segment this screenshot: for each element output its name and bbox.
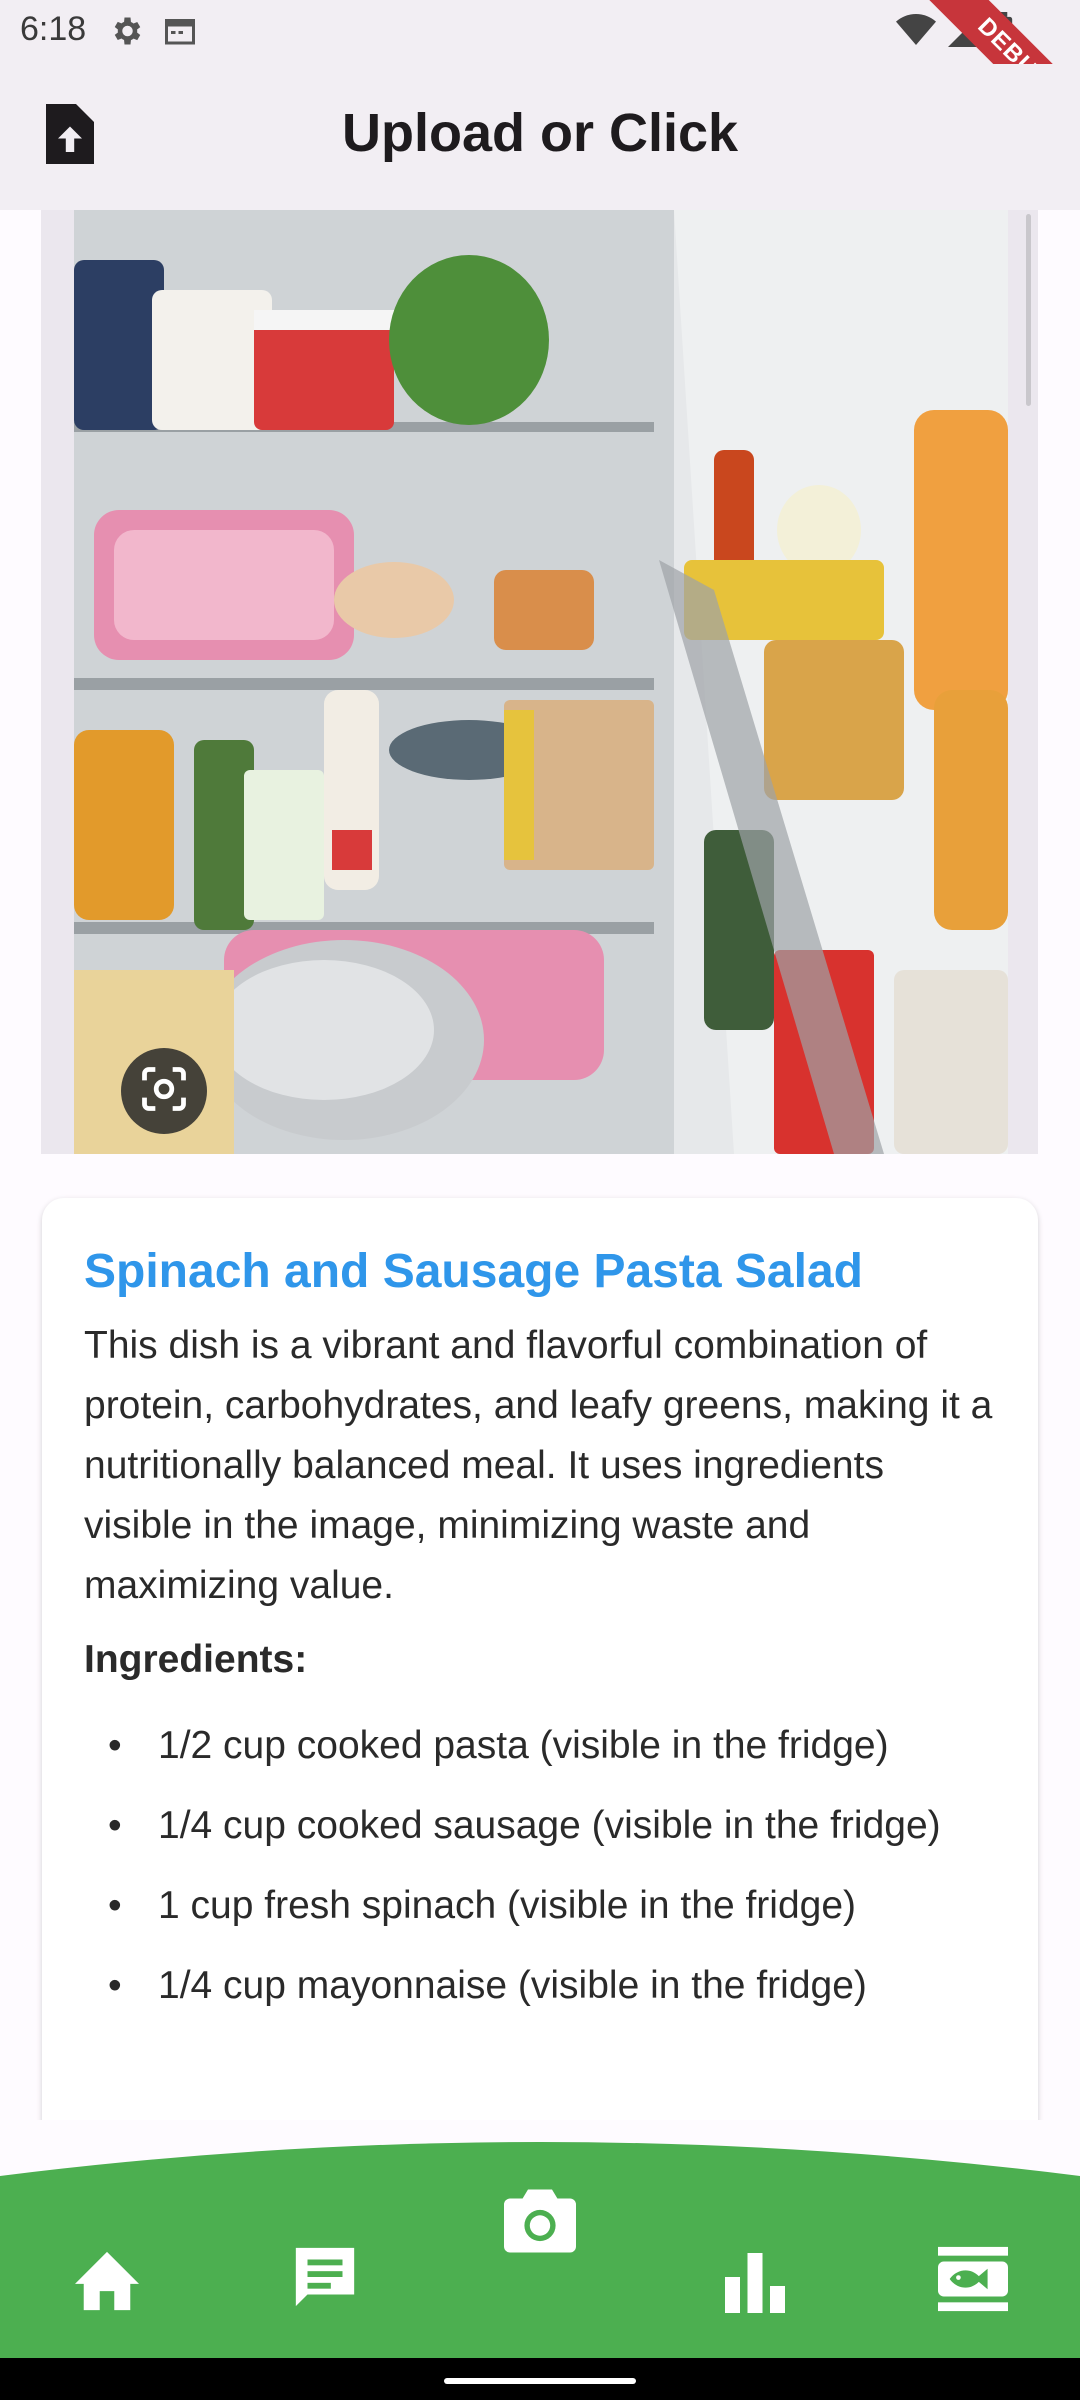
app-screen: 6:18 DEBUG Upload or Click Spinach and S…: [0, 0, 1080, 2400]
page-title: Upload or Click: [341, 103, 739, 163]
ingredients-heading: Ingredients:: [84, 1638, 308, 1681]
lens-icon: [138, 1063, 190, 1120]
status-bar: 6:18 DEBUG: [0, 0, 1080, 162]
system-gesture-bar: [0, 2358, 1080, 2400]
nav-camera-button[interactable]: [485, 2168, 595, 2278]
settings-gear-icon: [108, 13, 144, 54]
list-item: 1/4 cup mayonnaise (visible in the fridg…: [84, 1956, 998, 2016]
fridge-photo: [74, 210, 1008, 1154]
camera-icon: [504, 2189, 576, 2258]
main-content: Spinach and Sausage Pasta Salad This dis…: [0, 210, 1080, 2120]
recipe-card: Spinach and Sausage Pasta Salad This dis…: [42, 1198, 1038, 2120]
bar-chart-icon: [725, 2252, 785, 2318]
fish-menu-icon: [938, 2246, 1008, 2317]
scrollbar-thumb[interactable]: [1026, 214, 1031, 406]
bottom-navigation: [0, 2120, 1080, 2360]
list-item: 1/2 cup cooked pasta (visible in the fri…: [84, 1716, 998, 1776]
ingredients-list: 1/2 cup cooked pasta (visible in the fri…: [84, 1716, 998, 2036]
status-time: 6:18: [20, 10, 87, 48]
chat-icon: [289, 2242, 361, 2317]
nav-stats-button[interactable]: [700, 2230, 810, 2340]
calendar-icon: [162, 13, 198, 54]
app-bar: Upload or Click: [0, 64, 1080, 210]
recipe-description: This dish is a vibrant and flavorful com…: [84, 1324, 993, 1607]
image-panel: [41, 210, 1038, 1154]
list-item: 1/4 cup cooked sausage (visible in the f…: [84, 1796, 998, 1856]
home-icon: [72, 2249, 142, 2318]
lens-search-button[interactable]: [121, 1048, 207, 1134]
nav-home-button[interactable]: [52, 2228, 162, 2338]
home-gesture-handle[interactable]: [444, 2378, 636, 2384]
recipe-title: Spinach and Sausage Pasta Salad: [84, 1245, 863, 1298]
list-item: 1 cup fresh spinach (visible in the frid…: [84, 1876, 998, 1936]
wifi-icon: [896, 13, 936, 52]
nav-fish-menu-button[interactable]: [918, 2226, 1028, 2336]
nav-chat-button[interactable]: [270, 2224, 380, 2334]
